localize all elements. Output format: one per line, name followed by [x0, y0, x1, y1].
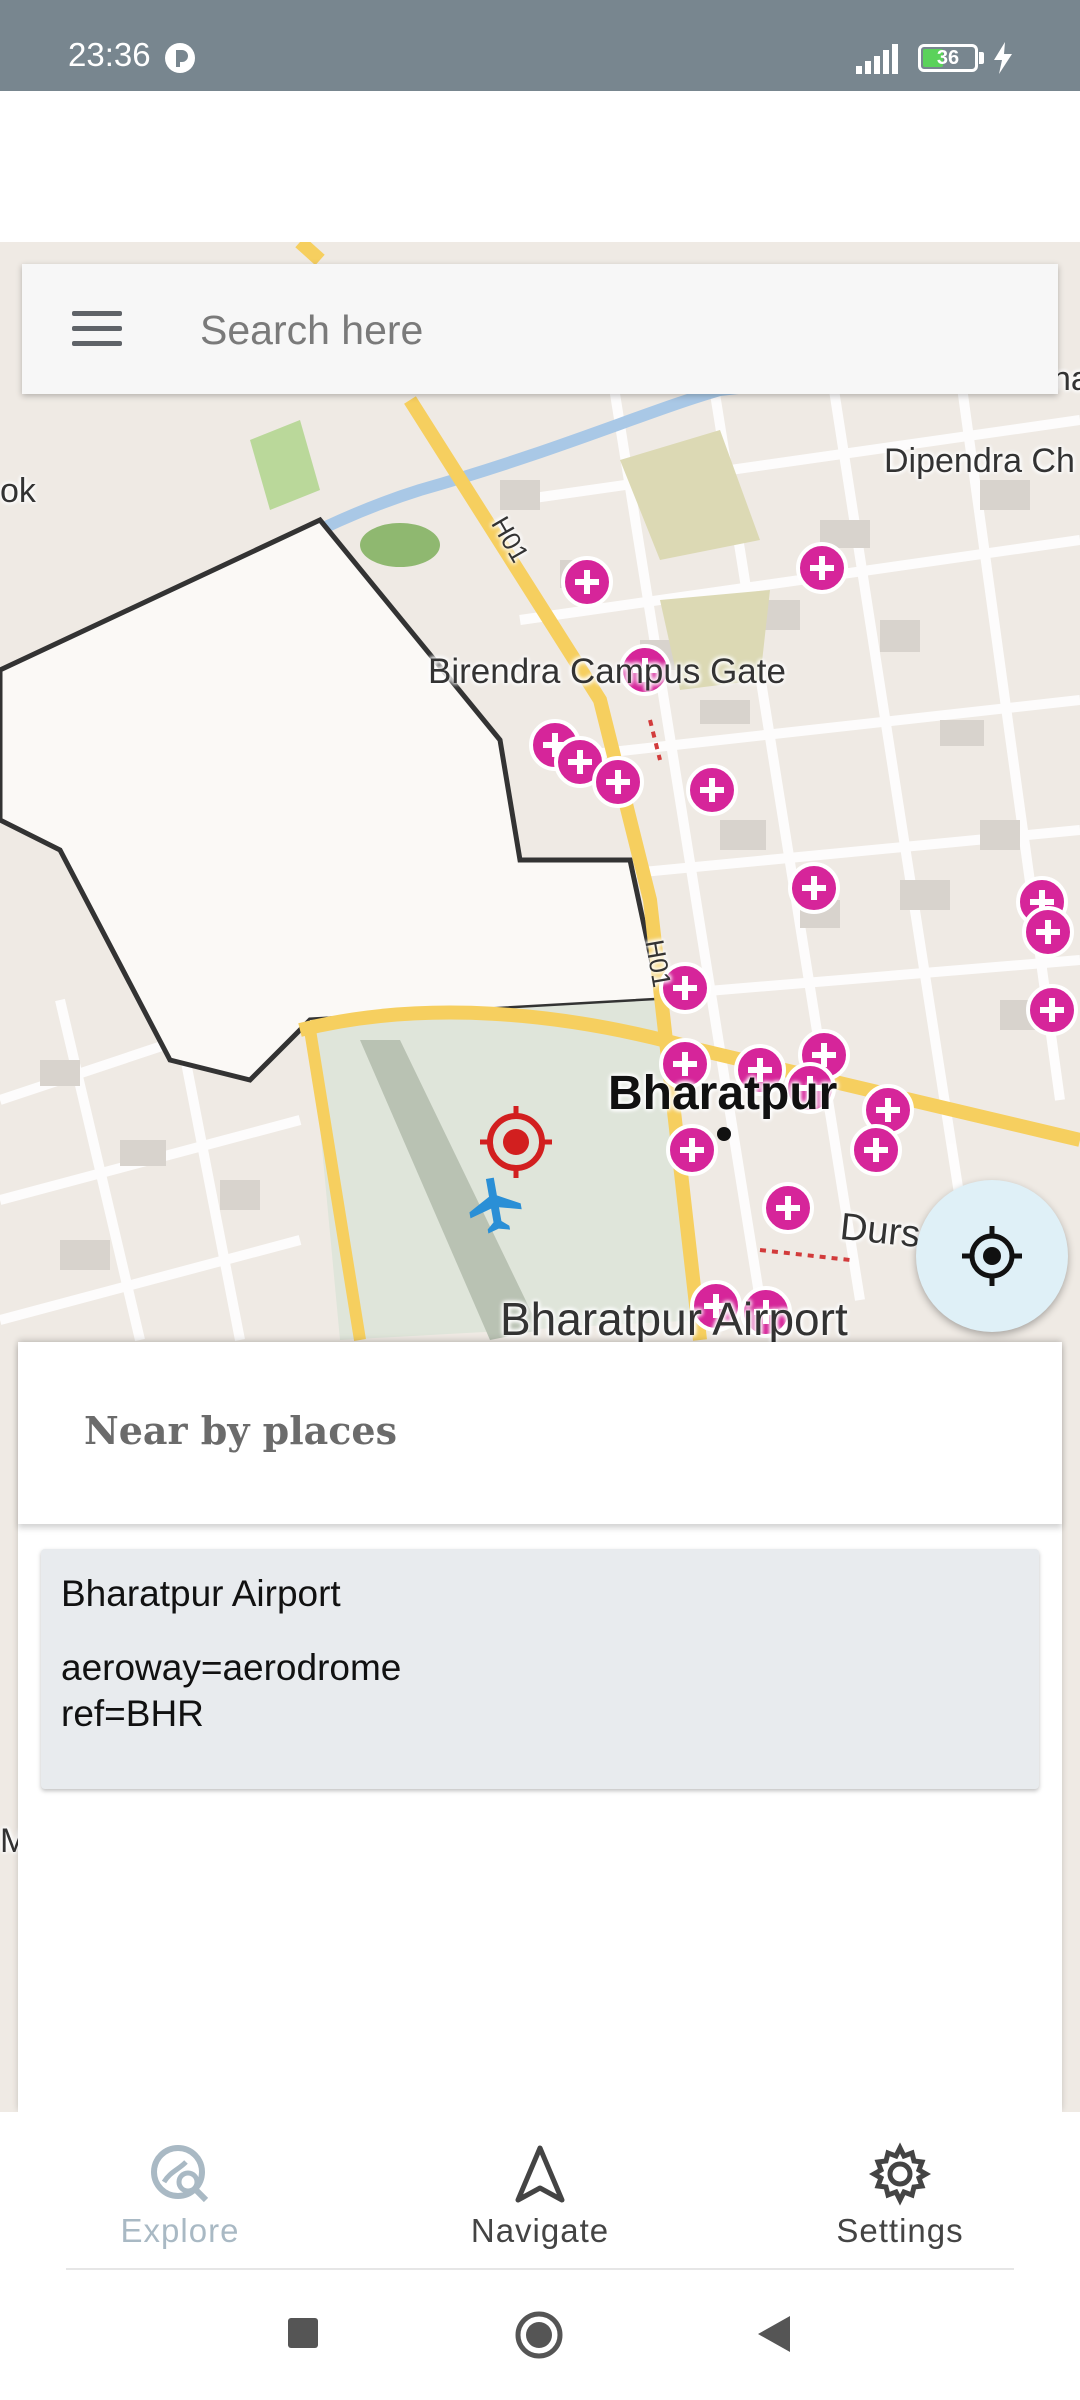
nearby-places-sheet: Near by places Bharatpur Airport aeroway… [18, 1342, 1062, 2112]
place-card[interactable]: Bharatpur Airport aeroway=aerodrome ref=… [41, 1549, 1039, 1789]
status-time: 23:36 [68, 36, 151, 73]
place-tag: aeroway=aerodrome [61, 1647, 402, 1688]
system-nav-bar [0, 2272, 1080, 2400]
label-bharatpur: Bharatpur [608, 1067, 838, 1120]
charging-bolt-icon [994, 42, 1012, 74]
nav-settings[interactable]: Settings [750, 2112, 1050, 2272]
label-durs: Durs [838, 1205, 923, 1257]
sheet-header[interactable]: Near by places [18, 1342, 1062, 1524]
status-bar: 23:36 36 [0, 0, 1080, 91]
label-bharatpur-airport: Bharatpur Airport [500, 1293, 848, 1345]
battery-icon: 36 [918, 44, 978, 72]
place-name: Bharatpur Airport [61, 1573, 341, 1614]
explore-icon [151, 2145, 209, 2203]
search-input[interactable] [198, 294, 1022, 366]
label-dipendra: Dipendra Ch [884, 442, 1075, 480]
crosshair-icon [962, 1226, 1022, 1286]
bottom-nav: Explore Navigate Settings [0, 2112, 1080, 2272]
locate-me-button[interactable] [916, 1180, 1068, 1332]
place-tag: ref=BHR [61, 1693, 204, 1734]
nav-divider [66, 2268, 1014, 2270]
recents-icon[interactable] [286, 2316, 320, 2350]
nav-label-settings: Settings [836, 2212, 964, 2249]
home-icon[interactable] [514, 2310, 564, 2360]
label-birendra-campus-gate: Birendra Campus Gate [428, 652, 786, 691]
signal-icon [856, 44, 898, 74]
nav-explore[interactable]: Explore [30, 2112, 330, 2272]
battery-level: 36 [936, 47, 960, 69]
gear-icon [868, 2142, 932, 2206]
nav-navigate[interactable]: Navigate [390, 2112, 690, 2272]
back-icon[interactable] [756, 2314, 792, 2354]
label-ok: ok [0, 472, 36, 510]
navigate-icon [515, 2145, 565, 2203]
notification-icon [165, 43, 195, 73]
menu-icon[interactable] [72, 311, 122, 347]
search-bar [22, 264, 1058, 394]
sheet-title: Near by places [84, 1408, 397, 1453]
nav-label-navigate: Navigate [470, 2212, 610, 2249]
nav-label-explore: Explore [120, 2212, 240, 2249]
